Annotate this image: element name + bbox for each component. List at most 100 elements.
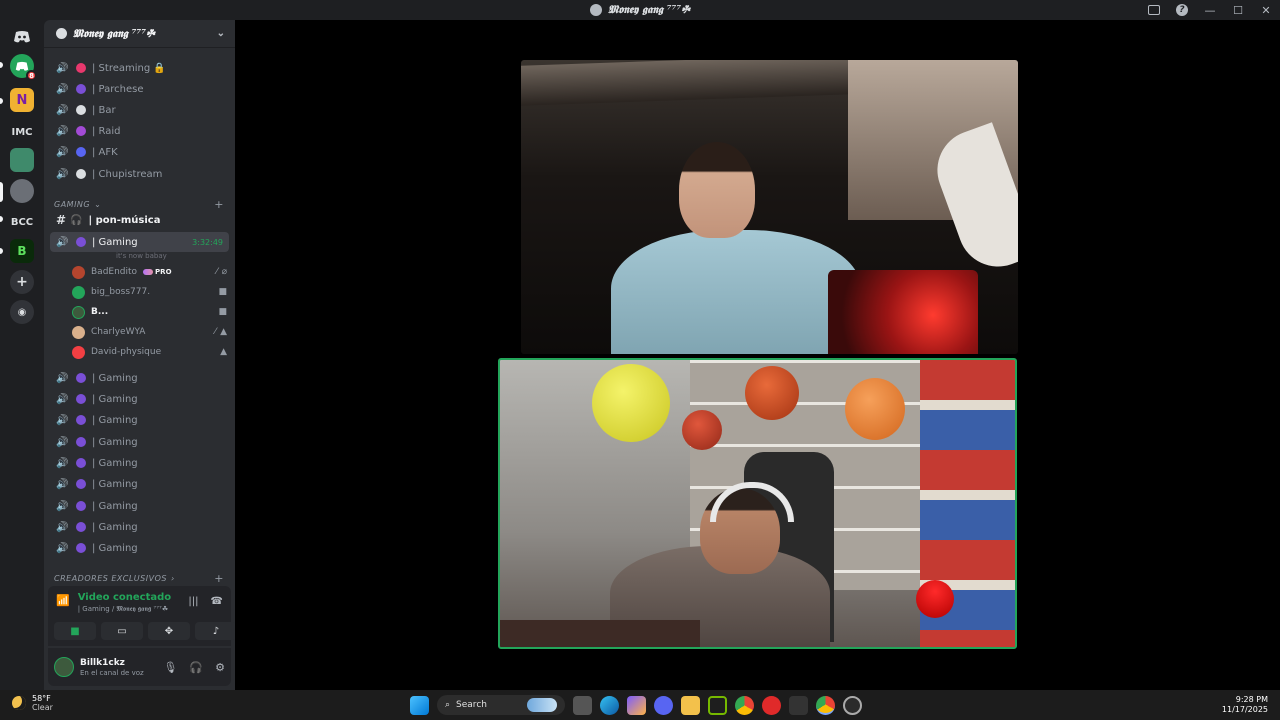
video-tile-user-1[interactable] [521, 60, 1018, 354]
soundboard-button[interactable]: ♪ [195, 622, 235, 640]
voice-channel-gaming[interactable]: 🔊 | Gaming [50, 368, 229, 388]
noise-suppression-icon[interactable]: ||| [188, 596, 198, 607]
voice-channel-gaming[interactable]: 🔊 | Gaming [50, 453, 229, 473]
voice-user[interactable]: BadEndito PRO ⁄ ⌀ [72, 263, 227, 281]
app-red-icon[interactable] [762, 695, 781, 715]
balloon-red [745, 366, 799, 420]
channel-emoji-icon [76, 105, 86, 115]
gear-icon[interactable]: ⚙ [215, 661, 225, 674]
minimize-button[interactable]: — [1196, 0, 1224, 20]
weather-condition: Clear [32, 703, 53, 712]
channel-sidebar: 𝕸𝖔𝖓𝖊𝖞 𝖌𝖆𝖓𝖌 ⁷⁷⁷☘ ⌄ 🔊 | Streaming 🔒 🔊 | Parc… [44, 20, 235, 690]
voice-channel[interactable]: 🔊 | Streaming 🔒 [50, 58, 229, 78]
voice-status[interactable]: Video conectado [78, 592, 171, 603]
voice-channel-gaming[interactable]: 🔊 | Gaming [50, 538, 229, 558]
signal-icon[interactable]: 📶 [56, 594, 70, 607]
speaker-icon: 🔊 [56, 125, 69, 137]
taskbar: 58°F Clear ⌕ Search 9:28 PM 11/17/2025 [0, 690, 1280, 720]
user-status: En el canal de voz [80, 668, 144, 677]
voice-user[interactable]: big_boss777. ■ [72, 283, 227, 301]
server-n[interactable]: N [10, 88, 34, 112]
voice-channel[interactable]: 🔊 | Raid [50, 121, 229, 141]
disconnect-icon[interactable]: ☎ [211, 596, 223, 607]
username[interactable]: Billk1ckz [80, 658, 144, 668]
speaker-icon: 🔊 [56, 436, 69, 448]
discord-taskbar-icon[interactable] [654, 695, 673, 715]
start-button[interactable] [410, 695, 429, 715]
voice-channel-gaming[interactable]: 🔊 | Gaming [50, 517, 229, 537]
activity-icon: ▲ [220, 327, 227, 337]
close-button[interactable]: ✕ [1252, 0, 1280, 20]
text-channel-pon-musica[interactable]: # 🎧 | pon-música [50, 210, 229, 230]
voice-user[interactable]: David-physique ▲ [72, 343, 227, 361]
add-server-button[interactable]: + [10, 270, 34, 294]
controller-icon [76, 543, 86, 553]
help-icon: ? [1176, 4, 1188, 16]
category-creadores-exclusivos[interactable]: CREADORES EXCLUSIVOS › + [54, 572, 224, 585]
headphones-icon[interactable]: 🎧 [189, 661, 203, 674]
voice-channel[interactable]: 🔊 | Chupistream [50, 164, 229, 184]
server-b[interactable]: B [10, 239, 34, 263]
server-money-gang[interactable] [10, 179, 34, 203]
app-settings-icon[interactable] [843, 695, 862, 715]
discover-button[interactable]: ◉ [10, 300, 34, 324]
title-bar: 𝕸𝖔𝖓𝖊𝖞 𝖌𝖆𝖓𝖌 ⁷⁷⁷☘ ? — ☐ ✕ [0, 0, 1280, 20]
nvidia-icon[interactable] [708, 695, 727, 715]
channel-emoji-icon [76, 147, 86, 157]
task-view-icon[interactable] [573, 695, 592, 715]
voice-user[interactable]: CharlyeWYA ⁄ ▲ [72, 323, 227, 341]
controller-icon [76, 501, 86, 511]
mute-icon: ⁄ [214, 327, 217, 337]
weather-widget[interactable]: 58°F Clear [12, 694, 53, 712]
server-imc[interactable]: IMC [8, 120, 36, 144]
voice-user[interactable]: B... ■ [72, 303, 227, 321]
moon-icon [12, 696, 26, 710]
screen-share-button[interactable]: ▭ [101, 622, 143, 640]
add-channel-button[interactable]: + [214, 572, 224, 585]
edge-icon[interactable] [600, 695, 619, 715]
taskbar-search[interactable]: ⌕ Search [437, 695, 565, 715]
video-tile-user-2[interactable] [498, 358, 1017, 649]
chrome-icon[interactable] [735, 695, 754, 715]
microphone-icon[interactable]: 🎙 [163, 661, 177, 674]
voice-channel[interactable]: 🔊 | Parchese [50, 79, 229, 99]
server-bcc[interactable]: BCC [8, 210, 36, 234]
speaker-icon: 🔊 [56, 146, 69, 158]
person-hoodie [611, 230, 861, 354]
activities-button[interactable]: ✥ [148, 622, 190, 640]
voice-channel-gaming[interactable]: 🔊 | Gaming [50, 432, 229, 452]
server-header[interactable]: 𝕸𝖔𝖓𝖊𝖞 𝖌𝖆𝖓𝖌 ⁷⁷⁷☘ ⌄ [44, 20, 235, 48]
user-avatar[interactable] [54, 657, 74, 677]
search-label: Search [456, 700, 487, 710]
unread-indicator [0, 216, 3, 222]
server-green[interactable] [10, 148, 34, 172]
camera-button[interactable]: ■ [54, 622, 96, 640]
speaker-icon: 🔊 [56, 62, 69, 74]
system-clock[interactable]: 9:28 PM 11/17/2025 [1222, 695, 1268, 715]
voice-location[interactable]: | Gaming / 𝕸𝖔𝖓𝖊𝖞 𝖌𝖆𝖓𝖌 ⁷⁷⁷☘ [78, 605, 171, 614]
help-button[interactable]: ? [1168, 0, 1196, 20]
voice-channel-gaming[interactable]: 🔊 | Gaming [50, 389, 229, 409]
app-dark-icon[interactable] [789, 695, 808, 715]
inbox-button[interactable] [1140, 0, 1168, 20]
direct-messages-button[interactable]: 8 [10, 54, 37, 81]
voice-channel[interactable]: 🔊 | AFK [50, 142, 229, 162]
server-name: 𝕸𝖔𝖓𝖊𝖞 𝖌𝖆𝖓𝖌 ⁷⁷⁷☘ [73, 26, 155, 40]
voice-channel-gaming[interactable]: 🔊 | Gaming [50, 496, 229, 516]
voice-channel-gaming-active[interactable]: 🔊 | Gaming 3:32:49 [50, 232, 229, 252]
voice-channel-gaming[interactable]: 🔊 | Gaming [50, 474, 229, 494]
channel-emoji-icon [76, 169, 86, 179]
chrome-active-icon[interactable] [816, 695, 835, 715]
category-gaming-label: GAMING [54, 200, 91, 209]
speaker-icon: 🔊 [56, 500, 69, 512]
discord-home-button[interactable] [10, 25, 34, 49]
file-explorer-icon[interactable] [681, 695, 700, 715]
controller-icon [76, 394, 86, 404]
copilot-icon[interactable] [627, 695, 646, 715]
controller-icon [76, 415, 86, 425]
voice-channel-gaming[interactable]: 🔊 | Gaming [50, 410, 229, 430]
voice-channel[interactable]: 🔊 | Bar [50, 100, 229, 120]
controller-icon [76, 237, 86, 247]
inbox-icon [1148, 5, 1160, 15]
maximize-button[interactable]: ☐ [1224, 0, 1252, 20]
